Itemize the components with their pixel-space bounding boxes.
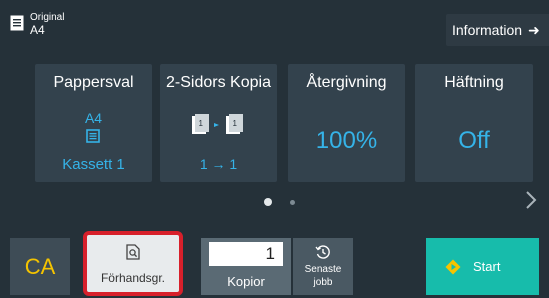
information-button[interactable]: Information ➜ [446, 14, 549, 46]
preview-button[interactable]: Förhandsgr. [83, 231, 183, 296]
page-indicator [264, 198, 304, 208]
preview-label: Förhandsgr. [100, 271, 166, 285]
copies-label: Kopior [227, 274, 265, 289]
paper-size-value: A4 [84, 110, 103, 126]
page-dot-active [264, 198, 272, 206]
clear-all-button[interactable]: CA [10, 238, 70, 295]
copies-input[interactable]: 1 [209, 242, 283, 266]
duplex-copy-icon: 1 1 [192, 114, 243, 134]
chevron-right-icon[interactable] [524, 189, 538, 211]
copies-control: 1 Kopior [201, 238, 291, 295]
recent-jobs-label-line1: Senaste [304, 264, 342, 275]
start-label: Start [473, 259, 501, 274]
zoom-value: 100% [315, 127, 378, 154]
staple-value: Off [458, 127, 490, 154]
top-bar: Original A4 Information ➜ [0, 0, 549, 52]
paper-tray-value: Kassett 1 [62, 156, 125, 173]
recent-jobs-label: Senaste jobb [293, 263, 353, 289]
original-document-icon [10, 15, 24, 31]
copy-home-screen: Original A4 Information ➜ Pappersval A4 … [0, 0, 549, 298]
information-label: Information [452, 22, 523, 38]
page-dot [290, 200, 295, 205]
original-indicator: Original A4 [10, 13, 64, 36]
arrow-right-icon: ➜ [528, 21, 540, 38]
recent-jobs-label-line2: jobb [313, 277, 333, 288]
zoom-title: Återgivning [306, 74, 387, 91]
paper-tray-icon [86, 129, 100, 143]
duplex-mode-value: 1 → 1 [199, 156, 238, 172]
staple-title: Häftning [444, 74, 504, 91]
recent-jobs-icon [315, 245, 330, 259]
start-button[interactable]: Start [426, 238, 539, 295]
svg-text:1: 1 [199, 119, 204, 128]
original-label: Original [30, 12, 65, 23]
recent-jobs-button[interactable]: Senaste jobb [293, 238, 353, 295]
original-size: A4 [30, 23, 45, 37]
paper-select-tile[interactable]: Pappersval A4 Kassett 1 [35, 64, 152, 182]
svg-text:1: 1 [233, 119, 238, 128]
duplex-copy-title: 2-Sidors Kopia [166, 74, 271, 91]
duplex-copy-tile[interactable]: 2-Sidors Kopia 1 1 1 → 1 [160, 64, 277, 182]
preview-magnifier-icon [126, 244, 140, 260]
paper-select-title: Pappersval [53, 74, 134, 91]
staple-tile[interactable]: Häftning Off [415, 64, 533, 182]
start-diamond-icon [445, 259, 461, 275]
zoom-tile[interactable]: Återgivning 100% [288, 64, 405, 182]
